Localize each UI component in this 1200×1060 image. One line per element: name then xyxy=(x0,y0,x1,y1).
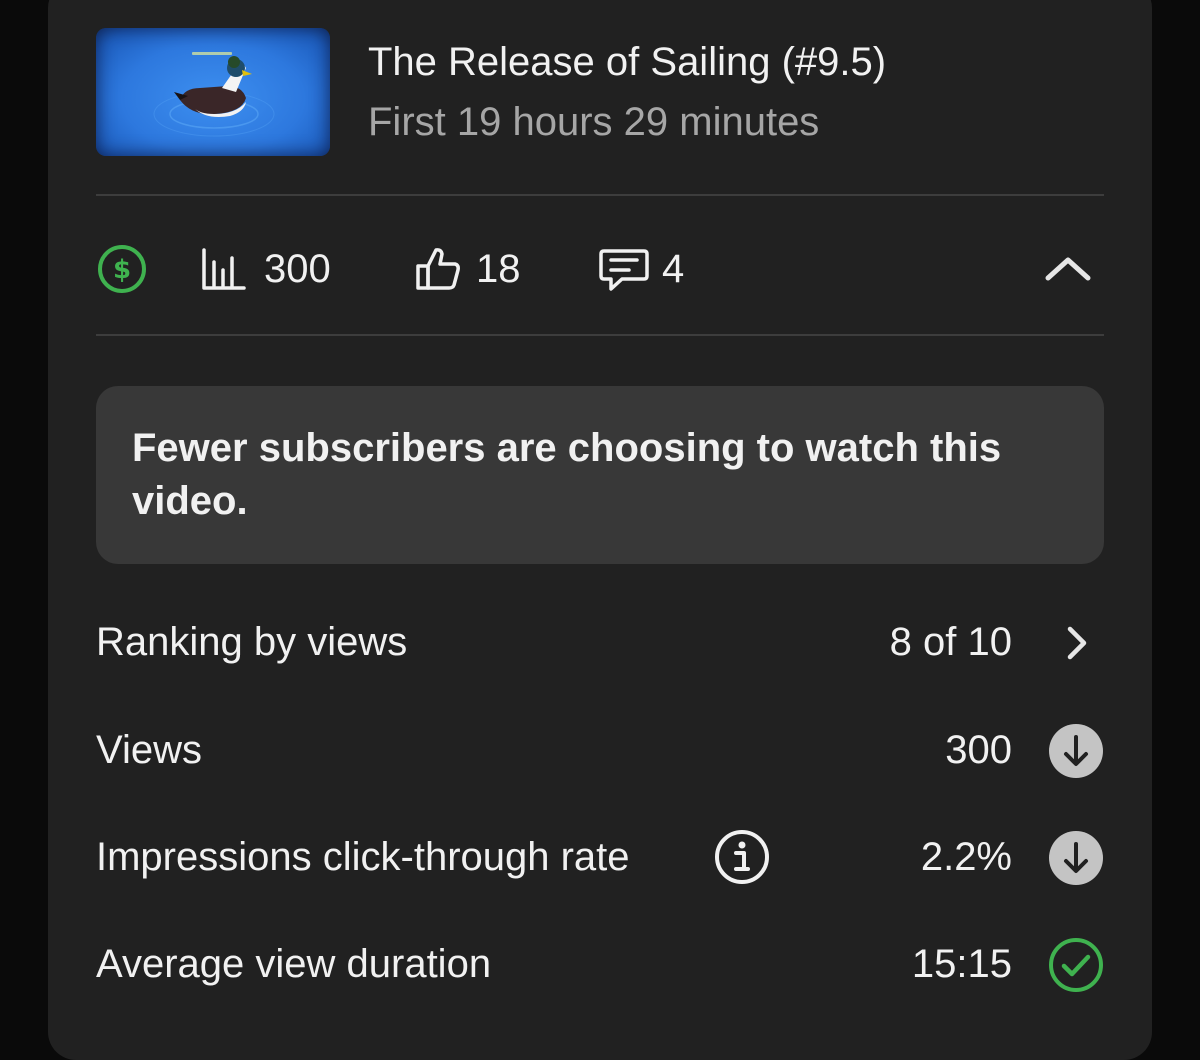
divider-top xyxy=(96,194,1104,196)
divider-bottom xyxy=(96,334,1104,336)
metric-row-ctr[interactable]: Impressions click-through rate 2.2% xyxy=(96,825,1104,889)
metric-value: 15:15 xyxy=(911,942,1012,986)
stats-row: $ 300 18 4 xyxy=(96,236,1104,302)
arrow-down-circle-icon xyxy=(1049,724,1103,778)
video-title[interactable]: The Release of Sailing (#9.5) xyxy=(368,40,886,85)
comments-count: 4 xyxy=(662,246,685,291)
metric-value: 8 of 10 xyxy=(889,620,1012,664)
dollar-circle-icon: $ xyxy=(98,245,146,293)
comments-stat[interactable]: 4 xyxy=(598,236,684,302)
likes-count: 18 xyxy=(476,246,521,291)
collapse-button[interactable] xyxy=(1044,236,1092,302)
insight-text: Fewer subscribers are choosing to watch … xyxy=(132,426,1002,523)
metric-label: Ranking by views xyxy=(96,620,408,664)
svg-text:$: $ xyxy=(113,255,131,285)
metric-value: 300 xyxy=(945,728,1012,772)
duck-icon xyxy=(153,56,275,137)
metric-row-avg-duration[interactable]: Average view duration 15:15 xyxy=(96,932,1104,996)
arrow-down-circle-icon xyxy=(1049,831,1103,885)
comment-icon xyxy=(599,249,649,291)
metric-row-views[interactable]: Views 300 xyxy=(96,718,1104,782)
time-period: First 19 hours 29 minutes xyxy=(368,100,820,144)
likes-stat[interactable]: 18 xyxy=(414,236,521,302)
chevron-right-icon[interactable] xyxy=(1048,615,1104,671)
insight-banner: Fewer subscribers are choosing to watch … xyxy=(96,386,1104,564)
video-thumbnail[interactable] xyxy=(96,28,330,156)
monetization-status[interactable]: $ xyxy=(96,236,148,302)
chevron-up-icon xyxy=(1045,257,1091,281)
metric-row-ranking[interactable]: Ranking by views 8 of 10 xyxy=(96,610,1104,674)
video-header[interactable]: The Release of Sailing (#9.5) First 19 h… xyxy=(96,28,1106,158)
thumbs-up-icon xyxy=(416,248,460,290)
metric-value: 2.2% xyxy=(920,835,1012,879)
metric-label: Average view duration xyxy=(96,942,492,986)
metric-label: Views xyxy=(96,728,202,772)
check-circle-icon xyxy=(1049,938,1103,992)
views-count: 300 xyxy=(264,246,331,291)
bar-chart-icon xyxy=(202,248,246,290)
info-icon[interactable] xyxy=(714,829,770,885)
views-stat[interactable]: 300 xyxy=(200,236,331,302)
metric-label: Impressions click-through rate xyxy=(96,835,630,879)
